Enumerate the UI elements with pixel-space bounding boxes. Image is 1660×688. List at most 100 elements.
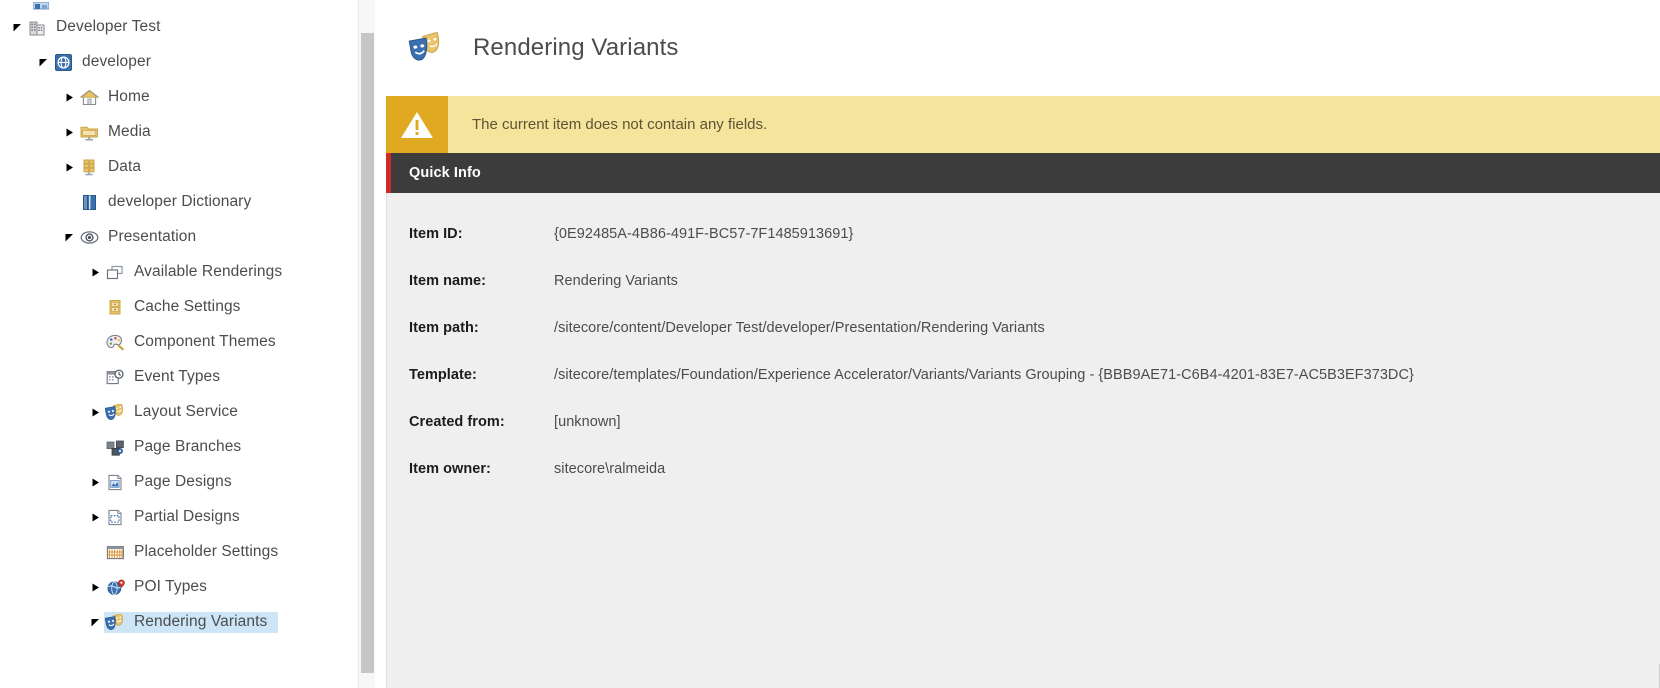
- quick-info-label: Item path:: [409, 320, 479, 336]
- tree-item-row[interactable]: Cache Settings: [104, 297, 244, 318]
- quick-info-row: Item path: /sitecore/content/Developer Te…: [409, 320, 1660, 367]
- tree-item-partial-designs[interactable]: Partial Designs: [0, 500, 375, 535]
- tree-item-label: POI Types: [134, 578, 207, 595]
- quick-info-value: Rendering Variants: [554, 273, 678, 289]
- chevron-down-icon[interactable]: [86, 618, 104, 627]
- chevron-right-icon[interactable]: [86, 583, 104, 592]
- dictionary-book-icon: [78, 194, 100, 212]
- warning-message: The current item does not contain any fi…: [472, 116, 768, 133]
- tree-item-row[interactable]: Developer Test: [26, 17, 164, 38]
- poi-globe-pin-icon: [104, 579, 126, 597]
- chevron-down-icon[interactable]: [34, 58, 52, 67]
- tree-scrollbar-thumb[interactable]: [361, 33, 374, 673]
- quick-info-label: Item ID:: [409, 226, 463, 242]
- tree-item-media[interactable]: Media: [0, 115, 375, 150]
- tree-item-row[interactable]: Placeholder Settings: [104, 542, 281, 563]
- media-folder-icon: [78, 124, 100, 142]
- tree-item-rendering-variants[interactable]: Rendering Variants: [0, 605, 375, 640]
- tree-item-component-themes[interactable]: Component Themes: [0, 325, 375, 360]
- calendar-clock-icon: [104, 369, 126, 387]
- tree-item-row[interactable]: Data: [78, 157, 144, 178]
- tree-scrollbar[interactable]: [358, 0, 375, 688]
- content-tree-pane[interactable]: Developer Test developer Home Media Data…: [0, 0, 375, 688]
- quick-info-row: Item name: Rendering Variants: [409, 273, 1660, 320]
- placeholder-settings-icon: [104, 544, 126, 562]
- cache-settings-icon: [104, 299, 126, 317]
- tree-item-row[interactable]: Home: [78, 87, 153, 108]
- content-tree[interactable]: Developer Test developer Home Media Data…: [0, 10, 375, 640]
- tree-item-page-branches[interactable]: Page Branches: [0, 430, 375, 465]
- quick-info-label: Created from:: [409, 414, 505, 430]
- tree-item-row[interactable]: Page Designs: [104, 472, 235, 493]
- tree-item-page-designs[interactable]: Page Designs: [0, 465, 375, 500]
- tree-item-developer[interactable]: developer: [0, 45, 375, 80]
- chevron-down-icon[interactable]: [60, 233, 78, 242]
- section-title: Quick Info: [409, 165, 481, 181]
- pane-divider: [375, 0, 383, 688]
- chevron-right-icon[interactable]: [60, 128, 78, 137]
- chevron-right-icon[interactable]: [86, 478, 104, 487]
- editor-left-edge: [383, 0, 386, 688]
- tree-item-available-renderings[interactable]: Available Renderings: [0, 255, 375, 290]
- tree-item-row[interactable]: Event Types: [104, 367, 223, 388]
- theater-masks-icon: [104, 614, 126, 632]
- quick-info-label: Item owner:: [409, 461, 491, 477]
- tree-item-row[interactable]: Available Renderings: [104, 262, 285, 283]
- tree-item-label: Data: [108, 158, 142, 175]
- tree-item-label: Placeholder Settings: [134, 543, 279, 560]
- tree-item-row[interactable]: Page Branches: [104, 437, 244, 458]
- quick-info-label: Item name:: [409, 273, 487, 289]
- tree-item-label: Partial Designs: [134, 508, 240, 525]
- tree-item-row[interactable]: Media: [78, 122, 154, 143]
- tree-item-poi-types[interactable]: POI Types: [0, 570, 375, 605]
- tree-item-event-types[interactable]: Event Types: [0, 360, 375, 395]
- tree-item-label: Event Types: [134, 368, 221, 385]
- quick-info-value: /sitecore/templates/Foundation/Experienc…: [554, 367, 1414, 383]
- tree-item-label: Cache Settings: [134, 298, 241, 315]
- tree-item-developer-test[interactable]: Developer Test: [0, 10, 375, 45]
- tree-item-selected-row[interactable]: Rendering Variants: [104, 612, 279, 633]
- warning-banner: The current item does not contain any fi…: [386, 96, 1660, 153]
- palette-icon: [104, 334, 126, 352]
- tree-item-layout-service[interactable]: Layout Service: [0, 395, 375, 430]
- editor-header: Rendering Variants: [383, 0, 1660, 96]
- tree-item-label: Component Themes: [134, 333, 276, 350]
- tree-item-label: Layout Service: [134, 403, 238, 420]
- quick-info-section-header[interactable]: Quick Info: [386, 153, 1660, 193]
- chevron-right-icon[interactable]: [86, 408, 104, 417]
- tree-item-row[interactable]: developer: [52, 52, 154, 73]
- chevron-down-icon[interactable]: [8, 23, 26, 32]
- quick-info-panel: Item ID: {0E92485A-4B86-491F-BC57-7F14859…: [386, 193, 1660, 688]
- tree-item-label: Developer Test: [56, 18, 161, 35]
- tree-item-placeholder-settings[interactable]: Placeholder Settings: [0, 535, 375, 570]
- tree-item-home[interactable]: Home: [0, 80, 375, 115]
- chevron-right-icon[interactable]: [60, 93, 78, 102]
- building-icon: [26, 19, 48, 37]
- tree-item-row[interactable]: developer Dictionary: [78, 192, 254, 213]
- quick-info-value: {0E92485A-4B86-491F-BC57-7F1485913691}: [554, 226, 854, 242]
- tree-item-cache-settings[interactable]: Cache Settings: [0, 290, 375, 325]
- item-editor-pane: Rendering Variants The current item does…: [383, 0, 1660, 688]
- tree-item-row[interactable]: POI Types: [104, 577, 210, 598]
- chevron-right-icon[interactable]: [86, 268, 104, 277]
- chevron-right-icon[interactable]: [60, 163, 78, 172]
- sitecore-content-editor: Developer Test developer Home Media Data…: [0, 0, 1660, 688]
- tree-item-row[interactable]: Presentation: [78, 227, 199, 248]
- eye-icon: [78, 229, 100, 247]
- tree-item-data[interactable]: Data: [0, 150, 375, 185]
- tree-item-row[interactable]: Layout Service: [104, 402, 241, 423]
- tree-item-label: Media: [108, 123, 151, 140]
- quick-info-row: Item owner: sitecore\ralmeida: [409, 461, 1660, 508]
- tree-item-row[interactable]: Component Themes: [104, 332, 279, 353]
- tree-item-label: Available Renderings: [134, 263, 283, 280]
- tree-item-label: Page Designs: [134, 473, 232, 490]
- quick-info-row: Item ID: {0E92485A-4B86-491F-BC57-7F14859…: [409, 226, 1660, 273]
- renderings-icon: [104, 264, 126, 282]
- quick-info-row: Template: /sitecore/templates/Foundation/…: [409, 367, 1660, 414]
- tree-item-row[interactable]: Partial Designs: [104, 507, 243, 528]
- tree-item-presentation[interactable]: Presentation: [0, 220, 375, 255]
- chevron-right-icon[interactable]: [86, 513, 104, 522]
- tree-item-label: developer: [82, 53, 151, 70]
- tree-item-label: Home: [108, 88, 150, 105]
- tree-item-developer-dictionary[interactable]: developer Dictionary: [0, 185, 375, 220]
